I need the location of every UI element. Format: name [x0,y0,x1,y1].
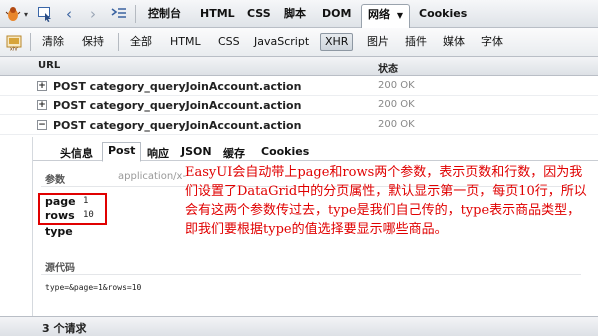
request-count: 3 个请求 [42,322,87,335]
filter-javascript[interactable]: JavaScript [250,33,313,51]
filter-images[interactable]: 图片 [363,33,393,51]
section-divider [41,274,581,275]
request-table-header: URL 状态 [0,57,598,76]
tab-cookies[interactable]: Cookies [415,4,471,24]
annotation-text: EasyUI会自动带上page和rows两个参数，表示页数和行数，因为我们设置了… [185,165,587,237]
tab-cookies-detail[interactable]: Cookies [256,144,314,159]
request-status: 200 OK [378,80,415,91]
param-value: 1 [83,196,89,206]
request-row[interactable]: + POST category_queryJoinAccount.action … [0,77,598,96]
toolbar-divider [135,5,136,23]
filter-fonts[interactable]: 字体 [477,33,507,51]
request-label: POST category_queryJoinAccount.action [53,99,302,112]
filter-xhr[interactable]: XHR [320,33,354,51]
filter-html[interactable]: HTML [166,33,205,51]
request-label: POST category_queryJoinAccount.action [53,80,302,93]
detail-tabs: 头信息 Post 响应 JSON 缓存 Cookies [33,141,598,162]
expand-icon[interactable]: + [37,81,47,91]
filter-css[interactable]: CSS [214,33,244,51]
clear-button[interactable]: 清除 [38,33,68,51]
back-icon[interactable]: ‹ [62,4,76,24]
filter-divider [118,33,119,51]
tab-network-label: 网络 [368,8,390,21]
chevron-down-icon[interactable]: ▼ [397,11,403,20]
tab-css[interactable]: CSS [243,4,275,24]
tab-post[interactable]: Post [102,142,142,162]
request-row[interactable]: + POST category_queryJoinAccount.action … [0,96,598,115]
forward-icon[interactable]: › [86,4,100,24]
param-name: type [45,225,73,238]
params-title: 参数 [45,175,65,186]
request-status: 200 OK [378,119,415,130]
source-title: 源代码 [45,263,75,274]
tab-cache[interactable]: 缓存 [218,144,250,162]
filter-media[interactable]: 媒体 [439,33,469,51]
persist-button[interactable]: 保持 [78,33,108,51]
param-value: 10 [83,210,94,220]
content-type: application/x- [118,171,187,182]
tab-response[interactable]: 响应 [142,144,174,162]
status-column-header[interactable]: 状态 [378,60,398,75]
tab-headers[interactable]: 头信息 [55,144,98,162]
request-row[interactable]: − POST category_queryJoinAccount.action … [0,116,598,135]
inspect-icon[interactable] [36,4,54,24]
filter-divider [30,33,31,51]
tab-json[interactable]: JSON [176,144,217,159]
tab-script[interactable]: 脚本 [280,4,310,24]
network-filter-bar: xhr 清除 保持 全部 HTML CSS JavaScript XHR 图片 … [0,28,598,57]
svg-text:xhr: xhr [10,47,19,52]
command-line-icon[interactable] [110,4,128,24]
tab-html[interactable]: HTML [196,4,239,24]
url-column-header[interactable]: URL [38,60,60,71]
expand-icon[interactable]: + [37,100,47,110]
request-status: 200 OK [378,99,415,110]
filter-plugins[interactable]: 插件 [401,33,431,51]
collapse-icon[interactable]: − [37,120,47,130]
request-label: POST category_queryJoinAccount.action [53,119,302,132]
post-source: type=&page=1&rows=10 [45,283,142,292]
status-footer: 3 个请求 [0,316,598,336]
firebug-toolbar: ▾ ‹ › 控制台 HTML CSS 脚本 DOM 网络 ▼ Cookies [0,0,598,28]
tab-network[interactable]: 网络 ▼ [361,4,410,28]
param-name: page [45,195,76,208]
xhr-breakpoint-icon[interactable]: xhr [6,33,22,53]
tab-console[interactable]: 控制台 [144,4,185,24]
filter-all[interactable]: 全部 [126,33,156,51]
param-name: rows [45,209,75,222]
dropdown-arrow-icon[interactable]: ▾ [22,4,30,24]
tab-dom[interactable]: DOM [318,4,355,24]
firebug-icon[interactable] [4,4,22,24]
